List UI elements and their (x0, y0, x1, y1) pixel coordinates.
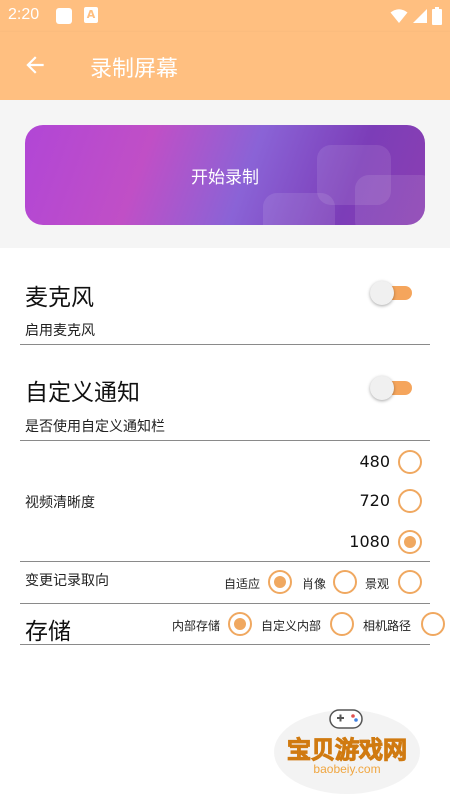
divider (20, 644, 430, 645)
gamepad-icon (329, 709, 363, 729)
storage-option-label: 内部存储 (172, 619, 221, 633)
custom-notification-subtitle: 是否使用自定义通知栏 (25, 419, 165, 435)
storage-option-label: 自定义内部 (261, 619, 322, 633)
status-icons (390, 6, 442, 26)
resolution-option-label: 480 (359, 452, 390, 471)
battery-icon (432, 7, 442, 25)
status-time: 2:20 (8, 6, 40, 23)
custom-notification-toggle[interactable] (370, 374, 416, 400)
microphone-subtitle: 启用麦克风 (25, 323, 95, 339)
storage-option-label: 相机路径 (363, 619, 412, 633)
watermark-logo: 宝贝游戏网 baobeiy.com (272, 700, 422, 795)
resolution-radio-720[interactable] (398, 489, 422, 513)
storage-title: 存储 (25, 619, 71, 645)
divider (20, 561, 430, 562)
start-recording-label: 开始录制 (191, 167, 259, 188)
arrow-left-icon[interactable] (22, 52, 48, 78)
resolution-label: 视频清晰度 (25, 495, 95, 511)
orientation-label: 变更记录取向 (25, 573, 109, 589)
start-recording-button[interactable]: 开始录制 (25, 125, 425, 225)
storage-radio-internal[interactable] (228, 612, 252, 636)
notification-square-icon (56, 8, 72, 24)
divider (20, 344, 430, 345)
watermark-url: baobeiy.com (313, 762, 381, 776)
orientation-option-label: 肖像 (302, 577, 327, 591)
orientation-radio-landscape[interactable] (398, 570, 422, 594)
divider (20, 440, 430, 441)
resolution-option-label: 1080 (349, 532, 390, 551)
divider (20, 603, 430, 604)
resolution-radio-1080[interactable] (398, 530, 422, 554)
custom-notification-title: 自定义通知 (25, 380, 140, 406)
toggle-thumb (370, 376, 394, 400)
resolution-option-label: 720 (359, 491, 390, 510)
orientation-option-label: 景观 (365, 577, 390, 591)
app-a-icon: A (84, 7, 98, 23)
page-title: 录制屏幕 (90, 57, 179, 82)
orientation-radio-portrait[interactable] (333, 570, 357, 594)
resolution-radio-480[interactable] (398, 450, 422, 474)
toggle-thumb (370, 281, 394, 305)
status-bar: 2:20 A (0, 0, 450, 32)
wifi-icon (390, 9, 408, 23)
microphone-toggle[interactable] (370, 279, 416, 305)
orientation-option-label: 自适应 (224, 577, 261, 591)
watermark-title: 宝贝游戏网 (287, 736, 408, 765)
microphone-title: 麦克风 (25, 285, 94, 311)
app-bar: 录制屏幕 (0, 32, 450, 100)
orientation-radio-auto[interactable] (268, 570, 292, 594)
signal-icon (413, 9, 427, 23)
storage-radio-custom-internal[interactable] (330, 612, 354, 636)
storage-radio-camera-path[interactable] (421, 612, 445, 636)
